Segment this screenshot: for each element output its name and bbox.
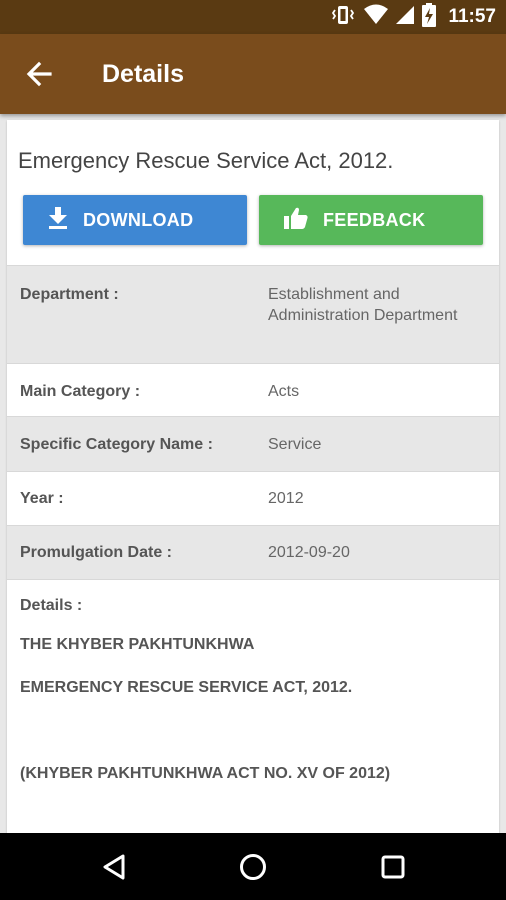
home-circle-icon <box>233 854 273 891</box>
navigation-bar <box>0 833 506 900</box>
field-row-department: Department : Establishment and Administr… <box>7 265 499 363</box>
details-line: EMERGENCY RESCUE SERVICE ACT, 2012. <box>20 679 353 696</box>
status-time: 11:57 <box>448 6 496 27</box>
feedback-label: FEEDBACK <box>323 209 426 230</box>
field-row-year: Year : 2012 <box>7 471 499 525</box>
page-title: Details <box>102 60 184 88</box>
download-button[interactable]: DOWNLOAD <box>23 195 247 245</box>
nav-home-button[interactable] <box>233 847 273 887</box>
vibrate-icon <box>330 4 356 31</box>
arrow-back-icon <box>22 61 58 96</box>
battery-charging-icon <box>422 2 437 32</box>
download-label: DOWNLOAD <box>83 209 194 230</box>
feedback-button[interactable]: FEEDBACK <box>259 195 483 245</box>
field-value: Acts <box>268 383 300 400</box>
field-value: 2012 <box>268 490 304 507</box>
details-line: (KHYBER PAKHTUNKHWA ACT NO. XV OF 2012) <box>20 765 391 782</box>
details-card: Emergency Rescue Service Act, 2012. DOWN… <box>7 120 499 834</box>
app-bar: Details <box>0 34 506 114</box>
signal-icon <box>396 4 415 31</box>
field-label: Promulgation Date : <box>20 544 173 561</box>
field-label: Main Category : <box>20 383 141 400</box>
nav-back-button[interactable] <box>95 847 135 887</box>
status-bar: 11:57 <box>0 0 506 34</box>
field-label: Specific Category Name : <box>20 436 213 453</box>
document-title: Emergency Rescue Service Act, 2012. <box>18 148 394 173</box>
wifi-icon <box>364 4 389 31</box>
nav-recents-button[interactable] <box>373 847 413 887</box>
details-line: THE KHYBER PAKHTUNKHWA <box>20 636 255 653</box>
status-icons: 11:57 <box>330 0 496 34</box>
field-label: Department : <box>20 286 119 303</box>
field-value: Establishment and Administration Departm… <box>268 286 458 324</box>
back-triangle-icon <box>95 854 135 891</box>
field-row-main-category: Main Category : Acts <box>7 363 499 416</box>
field-label: Year : <box>20 490 64 507</box>
field-row-specific-category: Specific Category Name : Service <box>7 416 499 471</box>
thumbs-up-icon <box>259 206 323 235</box>
download-icon <box>23 206 83 235</box>
recents-square-icon <box>373 855 413 891</box>
field-row-promulgation-date: Promulgation Date : 2012-09-20 <box>7 525 499 580</box>
details-label: Details : <box>20 597 83 614</box>
back-button[interactable] <box>22 56 58 92</box>
field-value: 2012-09-20 <box>268 544 350 561</box>
field-value: Service <box>268 436 322 453</box>
